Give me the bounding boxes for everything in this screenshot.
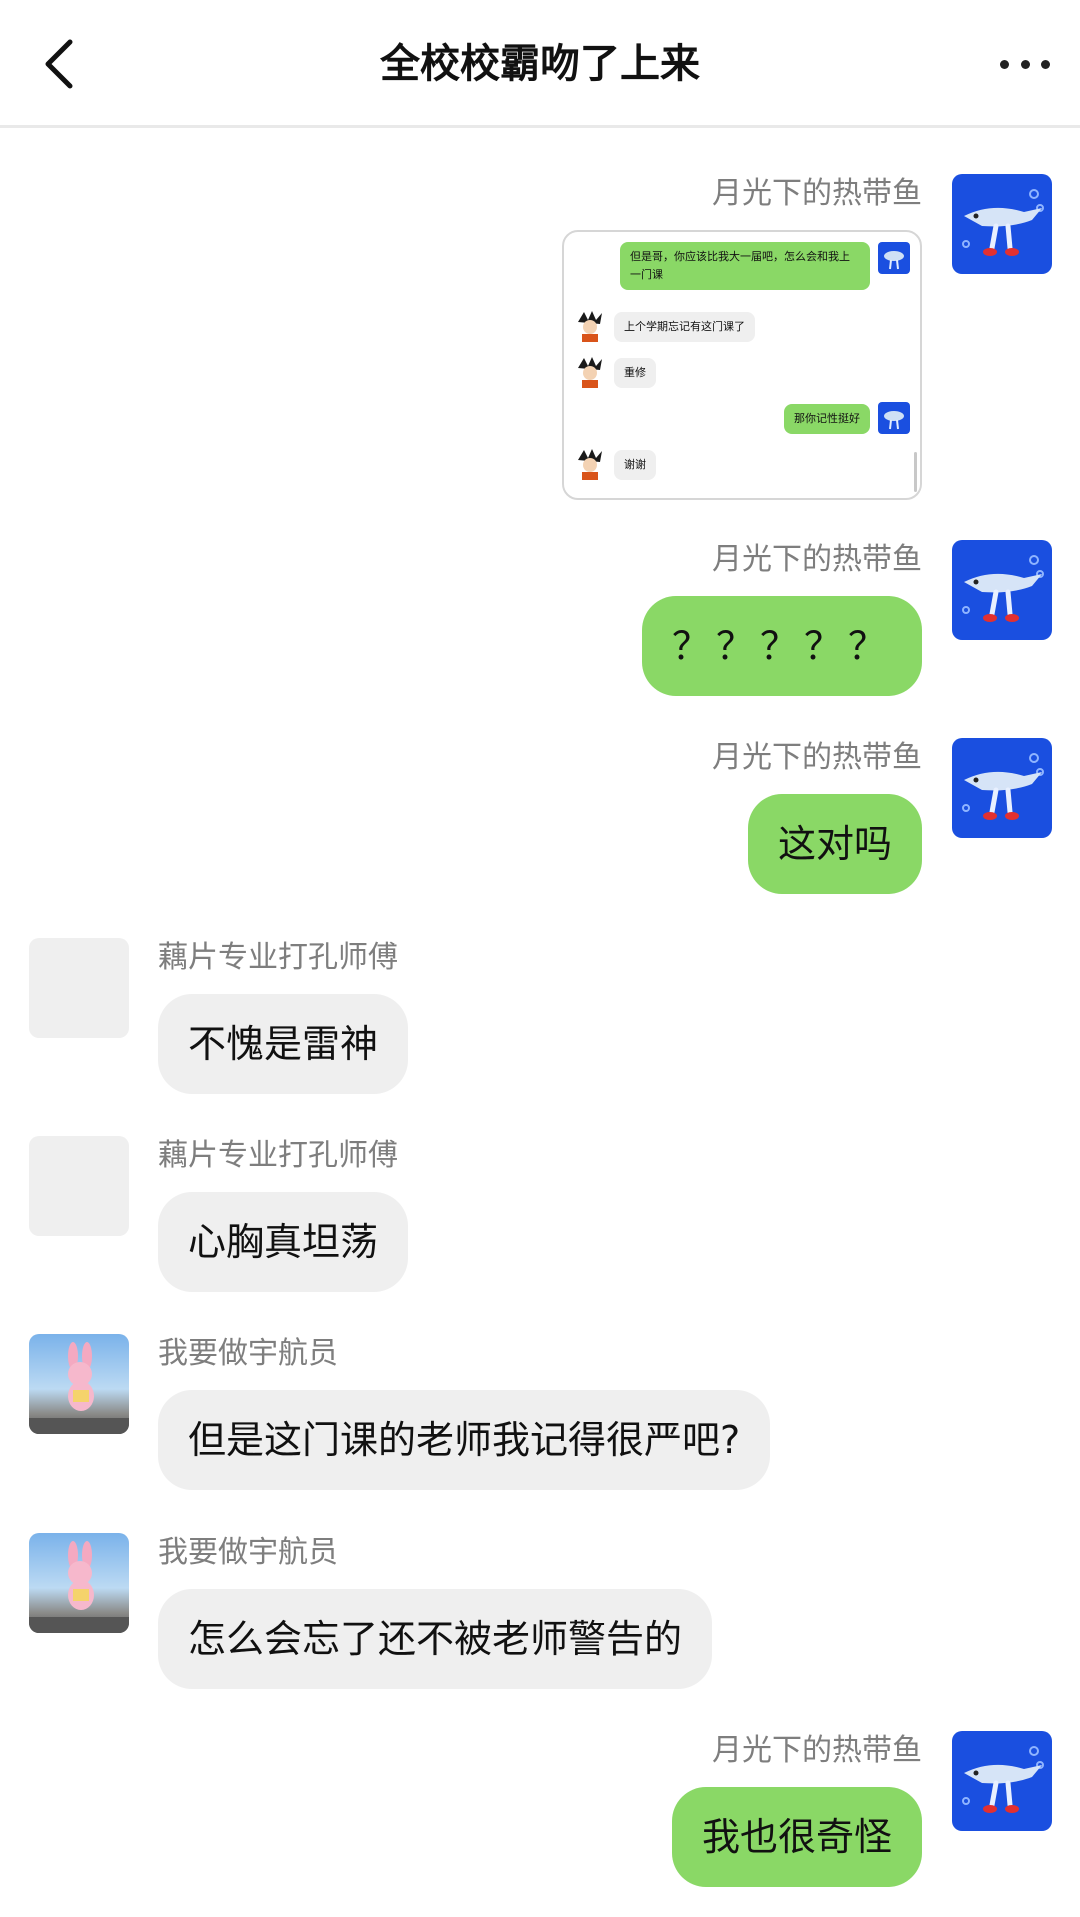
message-bubble[interactable]: ？？？？？ xyxy=(641,596,922,696)
goku-avatar-small xyxy=(574,310,606,342)
blank-avatar[interactable] xyxy=(29,938,129,1038)
blank-avatar[interactable] xyxy=(29,1136,129,1236)
sender-name: 月光下的热带鱼 xyxy=(712,1733,922,1768)
screenshot-bubble: 那你记性挺好 xyxy=(784,404,870,434)
sender-name: 藕片专业打孔师傅 xyxy=(158,940,398,975)
screenshot-scrollbar xyxy=(914,452,917,492)
chat-header: 全校校霸吻了上来 xyxy=(0,0,1080,128)
sender-name: 月光下的热带鱼 xyxy=(712,176,922,211)
fish-avatar[interactable] xyxy=(952,540,1052,640)
more-options-icon[interactable] xyxy=(1000,52,1050,76)
chat-title: 全校校霸吻了上来 xyxy=(380,41,700,87)
screenshot-bubble: 谢谢 xyxy=(614,450,656,480)
bunny-avatar[interactable] xyxy=(29,1334,129,1434)
goku-avatar-small xyxy=(574,448,606,480)
sender-name: 藕片专业打孔师傅 xyxy=(158,1138,398,1173)
message-bubble[interactable]: 不愧是雷神 xyxy=(158,994,409,1094)
message-bubble[interactable]: 我也很奇怪 xyxy=(671,1787,922,1887)
fish-avatar-small xyxy=(878,242,910,274)
goku-avatar-small xyxy=(574,356,606,388)
fish-avatar-small xyxy=(878,402,910,434)
screenshot-bubble: 重修 xyxy=(614,358,656,388)
sender-name: 月光下的热带鱼 xyxy=(712,740,922,775)
message-bubble[interactable]: 怎么会忘了还不被老师警告的 xyxy=(158,1589,713,1689)
message-bubble[interactable]: 这对吗 xyxy=(747,794,922,894)
fish-avatar[interactable] xyxy=(952,1731,1052,1831)
screenshot-bubble: 上个学期忘记有这门课了 xyxy=(614,312,755,342)
fish-avatar[interactable] xyxy=(952,738,1052,838)
sender-name: 我要做宇航员 xyxy=(158,1336,338,1371)
bunny-avatar[interactable] xyxy=(29,1533,129,1633)
sender-name: 月光下的热带鱼 xyxy=(712,542,922,577)
message-bubble[interactable]: 心胸真坦荡 xyxy=(158,1192,409,1292)
fish-avatar[interactable] xyxy=(952,174,1052,274)
screenshot-image-message[interactable]: 但是哥，你应该比我大一届吧，怎么会和我上一门课 上个学期忘记有这门课了 重修 那… xyxy=(562,230,922,500)
screenshot-bubble: 但是哥，你应该比我大一届吧，怎么会和我上一门课 xyxy=(620,242,870,290)
message-bubble[interactable]: 但是这门课的老师我记得很严吧? xyxy=(158,1390,771,1490)
sender-name: 我要做宇航员 xyxy=(158,1535,338,1570)
